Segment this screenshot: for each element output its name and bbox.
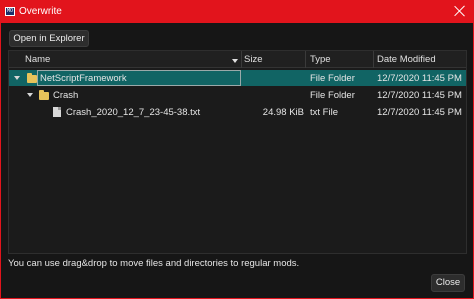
row-size: 24.98 KiB xyxy=(262,107,304,118)
folder-icon xyxy=(39,90,49,100)
tree-row[interactable]: Crash_2020_12_7_23-45-38.txt 24.98 KiB t… xyxy=(9,104,466,120)
chevron-down-icon[interactable] xyxy=(14,76,20,80)
row-date: 12/7/2020 11:45 PM xyxy=(377,90,462,101)
folder-icon xyxy=(27,73,37,83)
status-hint: You can use drag&drop to move files and … xyxy=(8,258,300,269)
row-date: 12/7/2020 11:45 PM xyxy=(377,107,462,118)
row-type: txt File xyxy=(310,107,338,118)
row-date: 12/7/2020 11:45 PM xyxy=(377,73,462,84)
row-type: File Folder xyxy=(310,73,355,84)
close-button[interactable]: Close xyxy=(431,274,465,292)
column-divider[interactable] xyxy=(305,51,306,68)
app-icon: MO xyxy=(5,7,15,16)
title-bar[interactable]: MO Overwrite xyxy=(1,1,473,23)
row-type: File Folder xyxy=(310,90,355,101)
column-header-date-modified[interactable]: Date Modified xyxy=(377,54,436,65)
row-name: Crash xyxy=(53,90,79,101)
tree-header: Name Size Type Date Modified xyxy=(9,51,466,68)
chevron-down-icon[interactable] xyxy=(27,93,33,97)
tree-row[interactable]: NetScriptFramework File Folder 12/7/2020… xyxy=(9,70,466,86)
sort-descending-icon xyxy=(232,59,238,63)
file-icon xyxy=(53,107,61,117)
file-tree[interactable]: Name Size Type Date Modified NetScriptFr… xyxy=(8,50,467,254)
overwrite-window: MO Overwrite Open in Explorer Name Size … xyxy=(0,0,474,299)
column-header-size[interactable]: Size xyxy=(244,54,262,65)
column-divider[interactable] xyxy=(373,51,374,68)
column-divider[interactable] xyxy=(241,51,242,68)
row-name: Crash_2020_12_7_23-45-38.txt xyxy=(66,107,201,118)
window-title: Overwrite xyxy=(19,6,62,17)
open-in-explorer-button[interactable]: Open in Explorer xyxy=(9,30,89,47)
column-header-name[interactable]: Name xyxy=(25,54,50,65)
tree-row[interactable]: Crash File Folder 12/7/2020 11:45 PM xyxy=(9,87,466,103)
row-name: NetScriptFramework xyxy=(40,73,127,84)
close-icon[interactable] xyxy=(453,4,467,18)
column-header-type[interactable]: Type xyxy=(310,54,331,65)
